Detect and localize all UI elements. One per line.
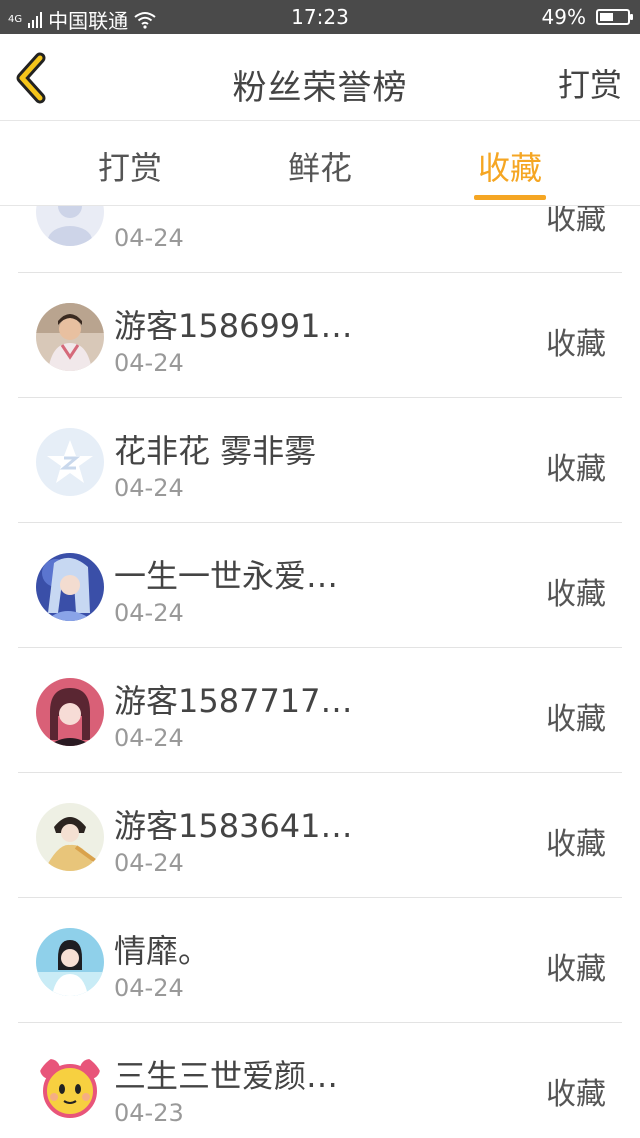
fan-action-label: 收藏 <box>546 1077 606 1112</box>
avatar <box>36 303 104 371</box>
fan-action-label: 收藏 <box>546 327 606 362</box>
fan-name: 一生一世永爱… <box>114 557 339 595</box>
fan-date: 04-24 <box>114 849 184 877</box>
fan-date: 04-24 <box>114 474 184 502</box>
list-item[interactable]: 04-24 收藏 <box>18 206 622 273</box>
fan-date: 04-23 <box>114 1099 184 1127</box>
fan-name: 情靡。 <box>114 932 211 970</box>
list-item[interactable]: 游客1586991… 04-24 收藏 <box>18 273 622 398</box>
nav-bar: 粉丝荣誉榜 打赏 <box>0 34 640 121</box>
tab-reward[interactable]: 打赏 <box>80 143 180 189</box>
list-item[interactable]: 情靡。 04-24 收藏 <box>18 898 622 1023</box>
list-item[interactable]: 一生一世永爱… 04-24 收藏 <box>18 523 622 648</box>
fan-date: 04-24 <box>114 349 184 377</box>
fan-action-label: 收藏 <box>546 952 606 987</box>
battery-percent: 49% <box>541 5 586 29</box>
list-item[interactable]: 游客1587717… 04-24 收藏 <box>18 648 622 773</box>
active-tab-indicator <box>474 195 546 200</box>
reward-button[interactable]: 打赏 <box>558 60 622 106</box>
list-item[interactable]: 游客1583641… 04-24 收藏 <box>18 773 622 898</box>
fan-name: 三生三世爱颜… <box>114 1057 339 1095</box>
battery-level <box>600 13 613 21</box>
costume-avatar-icon <box>36 803 104 871</box>
avatar <box>36 928 104 996</box>
fan-date: 04-24 <box>114 224 184 252</box>
battery-icon <box>596 9 633 25</box>
fan-action-label: 收藏 <box>546 827 606 862</box>
cartoon-avatar-icon <box>36 1053 104 1121</box>
user-photo-icon <box>36 303 104 371</box>
anime-avatar-icon <box>36 678 104 746</box>
user-photo-icon <box>36 928 104 996</box>
fan-name: 游客1586991… <box>114 307 353 345</box>
qq-star-icon <box>36 428 104 496</box>
fan-action-label: 收藏 <box>546 206 606 237</box>
tab-flowers[interactable]: 鲜花 <box>270 143 370 189</box>
avatar <box>36 553 104 621</box>
tab-bar: 打赏 鲜花 收藏 <box>0 121 640 206</box>
avatar <box>36 206 104 246</box>
status-bar: 4G 中国联通 17:23 49% <box>0 0 640 34</box>
fan-name: 花非花 雾非雾 <box>114 432 317 470</box>
avatar <box>36 803 104 871</box>
fan-list-content: 04-24 收藏 游客1586991… 04-24 收藏 花非花 雾非雾 04-… <box>0 206 640 1138</box>
tab-favorites[interactable]: 收藏 <box>460 143 560 189</box>
fan-date: 04-24 <box>114 974 184 1002</box>
list-item[interactable]: 三生三世爱颜… 04-23 收藏 <box>18 1023 622 1138</box>
default-avatar-icon <box>36 206 104 246</box>
avatar <box>36 1053 104 1121</box>
list-item[interactable]: 花非花 雾非雾 04-24 收藏 <box>18 398 622 523</box>
page-title: 粉丝荣誉榜 <box>232 68 408 108</box>
fan-action-label: 收藏 <box>546 702 606 737</box>
avatar <box>36 678 104 746</box>
fan-name: 游客1587717… <box>114 682 353 720</box>
avatar <box>36 428 104 496</box>
anime-girl-avatar-icon <box>36 553 104 621</box>
fan-name: 游客1583641… <box>114 807 353 845</box>
fan-date: 04-24 <box>114 724 184 752</box>
fan-action-label: 收藏 <box>546 577 606 612</box>
fan-list[interactable]: 04-24 收藏 游客1586991… 04-24 收藏 花非花 雾非雾 04-… <box>0 206 640 1138</box>
fan-action-label: 收藏 <box>546 452 606 487</box>
fan-date: 04-24 <box>114 599 184 627</box>
status-right: 49% <box>541 5 633 29</box>
